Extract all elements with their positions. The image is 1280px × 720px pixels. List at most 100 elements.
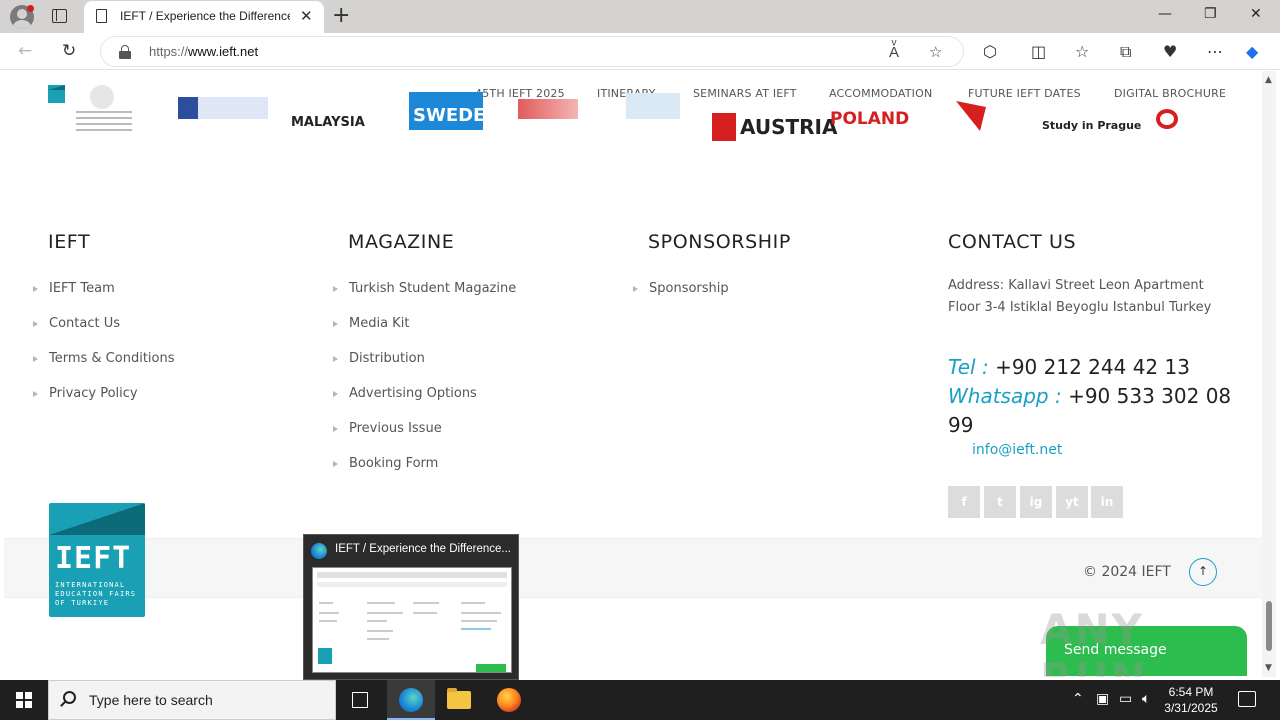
footer-link-sponsorship[interactable]: Sponsorship xyxy=(633,281,729,316)
partner-logo-austria: AUSTRIA xyxy=(740,115,838,139)
contact-phones: Tel : +90 212 244 42 13 Whatsapp : +90 5… xyxy=(948,353,1238,440)
browser-tab[interactable]: IEFT / Experience the Difference... ✕ xyxy=(84,1,324,33)
clock-time: 6:54 PM xyxy=(1168,685,1214,699)
folder-icon xyxy=(447,688,471,709)
url-text[interactable]: https://www.ieft.net xyxy=(149,44,258,59)
whatsapp-label: Whatsapp : xyxy=(948,384,1062,408)
scroll-to-top-icon[interactable]: ↑ xyxy=(1189,558,1217,586)
footer-link-distribution[interactable]: Distribution xyxy=(333,351,516,386)
instagram-icon[interactable]: ig xyxy=(1020,486,1052,518)
edge-icon xyxy=(311,543,327,559)
close-tab-icon[interactable]: ✕ xyxy=(300,7,313,25)
footer-link-ieft-team[interactable]: IEFT Team xyxy=(33,281,175,316)
nav-item-accommodation[interactable]: ACCOMMODATION xyxy=(829,87,932,100)
taskbar-edge-button[interactable] xyxy=(387,680,435,720)
partner-logo-korea xyxy=(90,85,114,109)
partner-logo-prague: Study in Prague xyxy=(1042,119,1142,132)
ieft-badge-logo[interactable]: IEFT INTERNATIONAL EDUCATION FAIRS OF TU… xyxy=(49,503,145,617)
footer-link-booking-form[interactable]: Booking Form xyxy=(333,456,516,491)
footer-title-magazine: MAGAZINE xyxy=(348,231,455,253)
footer-title-sponsorship: SPONSORSHIP xyxy=(648,231,791,253)
page-scrollbar[interactable]: ▲ ▼ xyxy=(1262,71,1276,677)
network-icon[interactable]: ▭ xyxy=(1119,691,1132,707)
notifications-icon[interactable] xyxy=(1238,691,1256,707)
task-view-button[interactable] xyxy=(336,680,384,720)
collections-icon[interactable]: ⧉ xyxy=(1120,42,1131,62)
partner-logo-ministry xyxy=(178,97,268,119)
tel-label: Tel : xyxy=(948,355,989,379)
search-icon xyxy=(63,691,76,704)
footer-link-privacy[interactable]: Privacy Policy xyxy=(33,386,175,421)
taskbar-thumbnail[interactable]: IEFT / Experience the Difference... xyxy=(303,534,519,680)
twitter-icon[interactable]: t xyxy=(984,486,1016,518)
youtube-icon[interactable]: yt xyxy=(1056,486,1088,518)
favorites-icon[interactable]: ☆ xyxy=(1075,42,1089,61)
address-bar[interactable]: https://www.ieft.net Aͮ ☆ xyxy=(100,36,964,67)
tel-number[interactable]: +90 212 244 42 13 xyxy=(995,355,1190,379)
scroll-down-icon[interactable]: ▼ xyxy=(1265,663,1272,673)
taskbar-explorer-button[interactable] xyxy=(435,680,483,720)
footer-title-ieft: IEFT xyxy=(48,231,91,253)
footer-link-student-magazine[interactable]: Turkish Student Magazine xyxy=(333,281,516,316)
restore-icon[interactable]: ❐ xyxy=(1204,6,1217,22)
more-options-icon[interactable]: ⋯ xyxy=(1207,42,1223,61)
page-icon xyxy=(96,9,107,23)
window-close-icon[interactable]: ✕ xyxy=(1250,6,1262,22)
badge-subtitle: INTERNATIONAL EDUCATION FAIRS OF TURKIYE xyxy=(55,581,137,607)
nav-item-digital-brochure[interactable]: DIGITAL BROCHURE xyxy=(1114,87,1226,100)
scrollbar-thumb[interactable] xyxy=(1266,601,1272,651)
copyright-text: © 2024 IEFT xyxy=(1083,564,1171,580)
extensions-icon[interactable]: ⬡ xyxy=(983,42,997,61)
browser-tab-bar: IEFT / Experience the Difference... ✕ + … xyxy=(0,0,1280,33)
lock-icon[interactable] xyxy=(119,45,131,59)
back-arrow-icon[interactable]: ← xyxy=(18,41,32,61)
tray-device-icon[interactable]: ▣ xyxy=(1096,691,1109,707)
partner-logo-austria-mark xyxy=(712,113,736,141)
tray-overflow-icon[interactable]: ⌃ xyxy=(1072,691,1084,707)
footer-link-media-kit[interactable]: Media Kit xyxy=(333,316,516,351)
windows-taskbar: Type here to search ⌃ ▣ ▭ 🔈︎ 6:54 PM 3/3… xyxy=(0,680,1280,720)
linkedin-icon[interactable]: in xyxy=(1091,486,1123,518)
notification-dot-icon xyxy=(27,5,34,12)
partner-logo-blue xyxy=(626,93,680,119)
site-logo[interactable] xyxy=(48,85,65,103)
thumbnail-title: IEFT / Experience the Difference... xyxy=(335,543,511,555)
new-tab-icon[interactable]: + xyxy=(332,3,350,28)
footer-link-previous-issue[interactable]: Previous Issue xyxy=(333,421,516,456)
partner-logo-red xyxy=(518,99,578,119)
minimize-icon[interactable]: — xyxy=(1158,6,1172,22)
performance-icon[interactable]: ♥ xyxy=(1163,42,1177,61)
read-aloud-icon[interactable]: Aͮ xyxy=(889,43,899,61)
tab-actions-icon[interactable] xyxy=(52,9,67,23)
volume-icon[interactable]: 🔈︎ xyxy=(1142,691,1150,707)
facebook-icon[interactable]: f xyxy=(948,486,980,518)
footer-link-terms[interactable]: Terms & Conditions xyxy=(33,351,175,386)
copilot-icon[interactable]: ◆ xyxy=(1246,42,1258,61)
taskbar-firefox-button[interactable] xyxy=(485,680,533,720)
contact-email[interactable]: info@ieft.net xyxy=(972,442,1062,458)
nav-item-seminars[interactable]: SEMINARS AT IEFT xyxy=(693,87,797,100)
windows-start-icon[interactable] xyxy=(16,692,32,708)
split-screen-icon[interactable]: ◫ xyxy=(1031,42,1046,61)
taskbar-clock[interactable]: 6:54 PM 3/31/2025 xyxy=(1160,684,1222,716)
contact-address: Address: Kallavi Street Leon Apartment F… xyxy=(948,278,1212,315)
partner-logo-malaysia: MALAYSIA xyxy=(291,115,365,130)
nav-item-future-dates[interactable]: FUTURE IEFT DATES xyxy=(968,87,1081,100)
footer-list-sponsorship: Sponsorship xyxy=(633,281,729,316)
search-placeholder: Type here to search xyxy=(89,692,213,708)
scroll-up-icon[interactable]: ▲ xyxy=(1265,75,1272,85)
footer-title-contact: CONTACT US xyxy=(948,231,1077,253)
taskbar-search-box[interactable]: Type here to search xyxy=(48,680,336,720)
copyright-band xyxy=(4,538,1262,598)
reload-icon[interactable]: ↻ xyxy=(62,41,76,61)
footer-link-contact-us[interactable]: Contact Us xyxy=(33,316,175,351)
footer-link-advertising[interactable]: Advertising Options xyxy=(333,386,516,421)
tab-title: IEFT / Experience the Difference... xyxy=(120,9,290,23)
favorite-star-icon[interactable]: ☆ xyxy=(929,43,942,61)
partner-logo-korea-text xyxy=(76,111,132,133)
edge-icon xyxy=(399,688,423,712)
partner-logo-sweden: SWEDEN xyxy=(413,105,501,126)
web-page: 45TH IEFT 2025 ITINERARY SEMINARS AT IEF… xyxy=(4,71,1262,677)
partner-logo-red-circle xyxy=(1156,109,1178,129)
partner-logo-red-shape xyxy=(956,101,986,131)
